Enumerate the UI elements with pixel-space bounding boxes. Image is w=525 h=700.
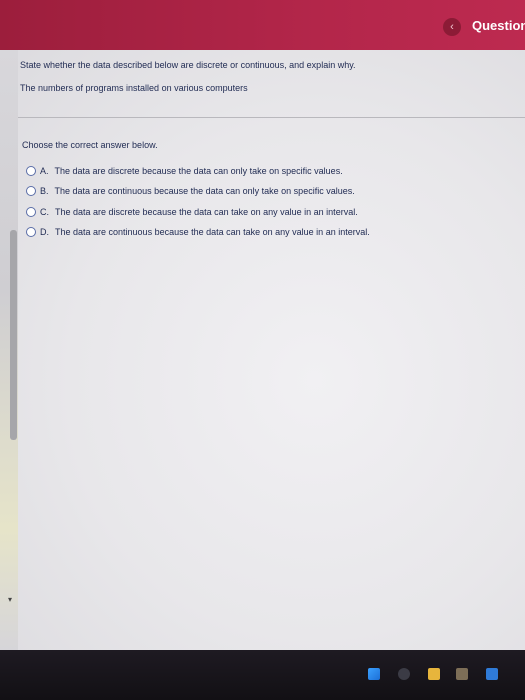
radio-icon[interactable] bbox=[26, 227, 36, 237]
answer-prompt: Choose the correct answer below. bbox=[22, 140, 158, 150]
option-a[interactable]: A. The data are discrete because the dat… bbox=[26, 166, 343, 176]
file-explorer-icon[interactable] bbox=[428, 668, 440, 680]
mail-icon[interactable] bbox=[486, 668, 498, 680]
option-d[interactable]: D. The data are continuous because the d… bbox=[26, 227, 370, 237]
radio-icon[interactable] bbox=[26, 166, 36, 176]
header-bar: ‹ Question bbox=[0, 0, 525, 50]
option-letter: C. bbox=[40, 207, 49, 217]
windows-start-icon[interactable] bbox=[368, 668, 380, 680]
scroll-down-icon[interactable]: ▾ bbox=[8, 595, 12, 604]
taskbar bbox=[0, 650, 525, 700]
back-chevron-icon[interactable]: ‹ bbox=[443, 18, 461, 36]
option-b[interactable]: B. The data are continuous because the d… bbox=[26, 186, 355, 196]
option-text: The data are continuous because the data… bbox=[55, 227, 370, 237]
option-text: The data are continuous because the data… bbox=[54, 186, 355, 196]
question-panel: ▾ State whether the data described below… bbox=[0, 50, 525, 650]
option-letter: A. bbox=[40, 166, 49, 176]
question-nav-title[interactable]: Question bbox=[472, 18, 525, 33]
question-text: State whether the data described below a… bbox=[20, 60, 356, 70]
section-divider bbox=[18, 117, 525, 118]
option-letter: B. bbox=[40, 186, 49, 196]
option-c[interactable]: C. The data are discrete because the dat… bbox=[26, 207, 358, 217]
scrollbar-track[interactable]: ▾ bbox=[0, 50, 18, 650]
radio-icon[interactable] bbox=[26, 186, 36, 196]
option-text: The data are discrete because the data c… bbox=[54, 166, 343, 176]
media-app-icon[interactable] bbox=[398, 668, 410, 680]
option-text: The data are discrete because the data c… bbox=[55, 207, 358, 217]
store-icon[interactable] bbox=[456, 668, 468, 680]
option-letter: D. bbox=[40, 227, 49, 237]
question-subject: The numbers of programs installed on var… bbox=[20, 83, 248, 93]
radio-icon[interactable] bbox=[26, 207, 36, 217]
scrollbar-thumb[interactable] bbox=[10, 230, 17, 440]
